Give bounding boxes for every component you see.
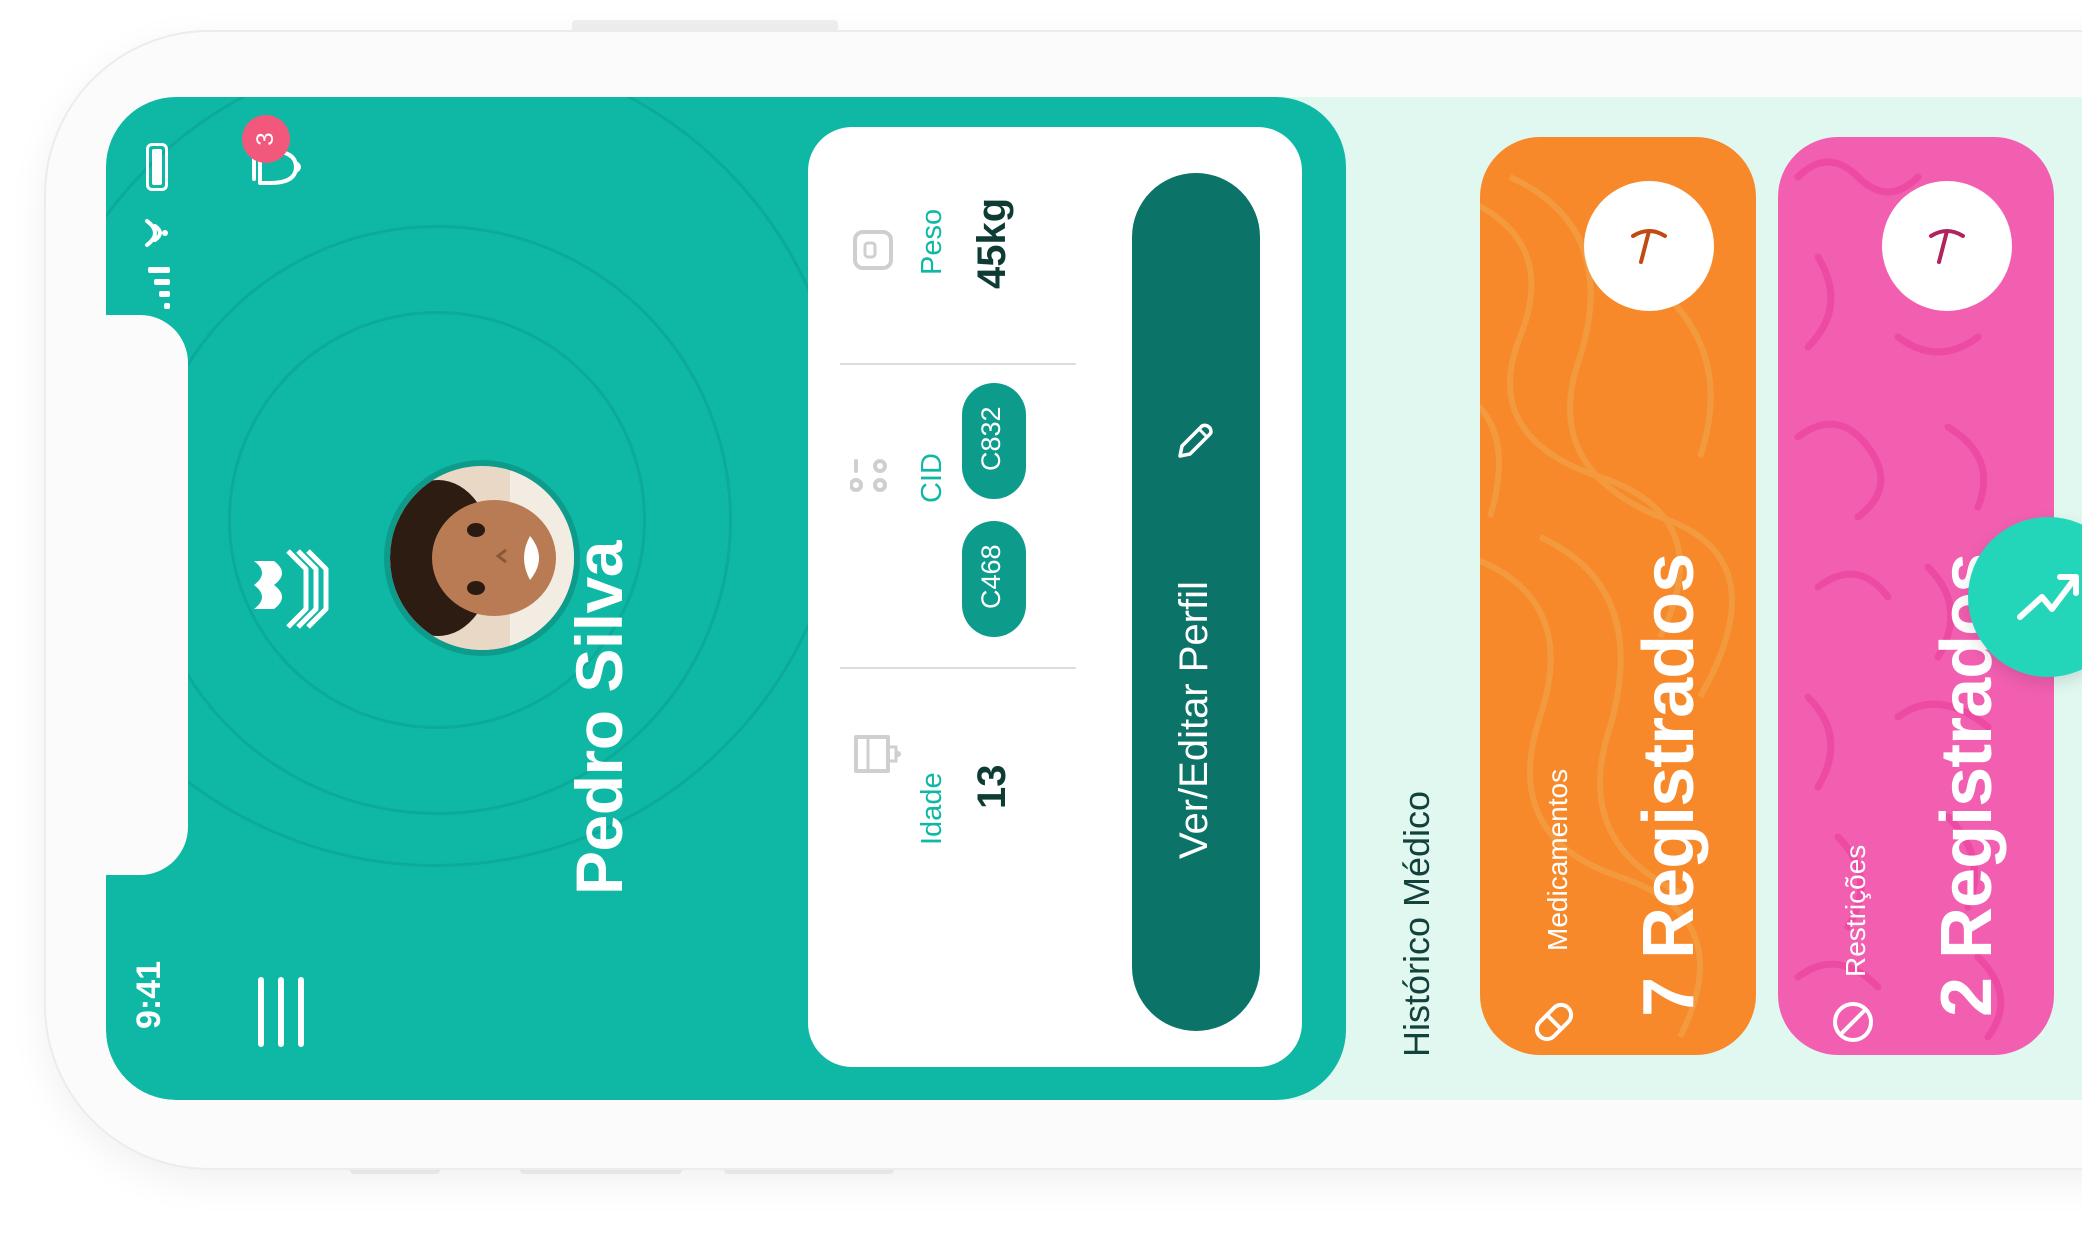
medications-open-button[interactable] xyxy=(1584,181,1714,311)
medications-count: 7 Registrados xyxy=(1629,553,1709,1017)
app-logo-icon xyxy=(254,549,329,629)
medications-label: Medicamentos xyxy=(1542,768,1573,951)
cid-label: CID xyxy=(916,453,948,503)
cid-code: C468 xyxy=(976,544,1006,609)
wifi-icon xyxy=(145,219,168,247)
weight-value: 45kg xyxy=(970,197,1014,289)
age-label: Idade xyxy=(916,772,948,845)
arrow-up-icon xyxy=(1631,229,1667,264)
pencil-icon xyxy=(1178,423,1213,458)
medications-card[interactable]: Medicamentos 7 Registrados xyxy=(1480,137,1756,1055)
divider xyxy=(840,363,1076,365)
cid-chip[interactable]: C832 xyxy=(962,383,1026,499)
restrictions-open-button[interactable] xyxy=(1882,181,2012,311)
status-time: 9:41 xyxy=(130,960,168,1029)
camera-notch xyxy=(106,315,188,875)
signal-icon xyxy=(148,267,170,309)
cid-code: C832 xyxy=(976,406,1006,471)
avatar[interactable] xyxy=(384,460,580,656)
divider xyxy=(840,667,1076,669)
battery-icon xyxy=(146,143,168,191)
age-value: 13 xyxy=(970,764,1014,810)
cake-icon xyxy=(854,735,901,773)
scale-icon xyxy=(853,230,893,270)
history-title: Histórico Médico xyxy=(1396,790,1437,1057)
profile-header: 9:41 3 Pedro Silva Peso 45kg CID C832 C4… xyxy=(106,97,1346,1100)
pill-icon xyxy=(1534,1002,1574,1042)
arrow-up-icon xyxy=(1929,229,1965,264)
patient-name: Pedro Silva xyxy=(562,541,636,895)
weight-label: Peso xyxy=(916,208,948,275)
trend-icon xyxy=(2017,574,2079,620)
block-icon xyxy=(1833,1002,1873,1042)
restrictions-label: Restrições xyxy=(1840,844,1871,977)
app-screen: 9:41 3 Pedro Silva Peso 45kg CID C832 C4… xyxy=(106,97,2082,1100)
menu-icon[interactable] xyxy=(258,977,304,1047)
cid-chip[interactable]: C468 xyxy=(962,521,1026,637)
notification-badge: 3 xyxy=(242,115,290,163)
app-stage: 9:41 3 Pedro Silva Peso 45kg CID C832 C4… xyxy=(0,0,2082,1235)
edit-profile-label: Ver/Editar Perfil xyxy=(1172,581,1216,859)
edit-profile-button[interactable]: Ver/Editar Perfil xyxy=(1132,173,1260,1031)
barcode-icon xyxy=(850,459,887,492)
profile-card: Peso 45kg CID C832 C468 Idade 13 Ver/Edi… xyxy=(808,127,1302,1067)
